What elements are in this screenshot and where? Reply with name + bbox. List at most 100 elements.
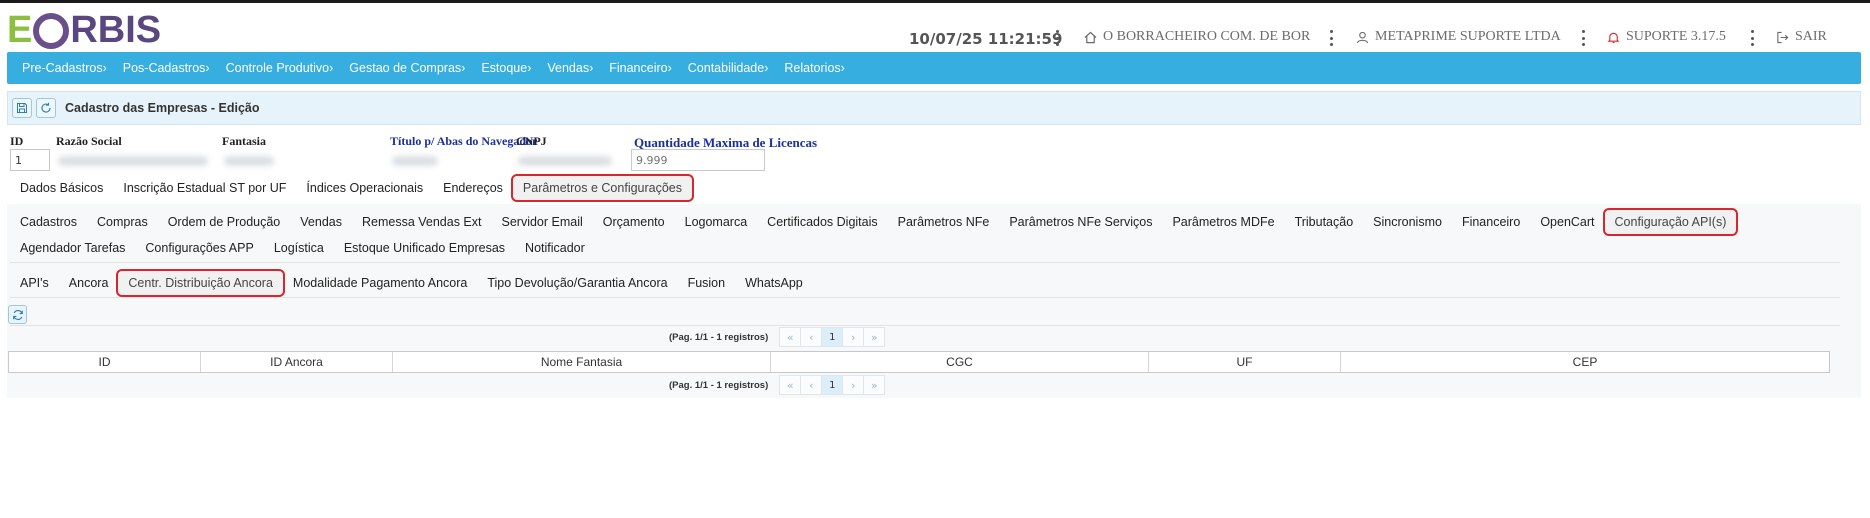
tab-parametros-mdfe[interactable]: Parâmetros MDFe bbox=[1162, 210, 1284, 234]
menu-contabilidade[interactable]: Contabilidade› bbox=[688, 61, 769, 75]
tab-certificados-digitais[interactable]: Certificados Digitais bbox=[757, 210, 887, 234]
tab-apis[interactable]: API's bbox=[10, 271, 59, 295]
menu-pos-cadastros[interactable]: Pos-Cadastros› bbox=[123, 61, 210, 75]
column-header-nome-fantasia[interactable]: Nome Fantasia bbox=[393, 352, 771, 372]
menu-relatorios[interactable]: Relatorios› bbox=[784, 61, 844, 75]
tab-tributacao[interactable]: Tributação bbox=[1285, 210, 1364, 234]
logo-text: RBIS bbox=[70, 8, 162, 51]
id-input[interactable]: 1 bbox=[10, 149, 50, 171]
top-border bbox=[0, 0, 1870, 3]
logout-label: SAIR bbox=[1795, 29, 1827, 44]
licencas-input[interactable] bbox=[631, 149, 765, 171]
save-icon bbox=[17, 103, 27, 113]
column-header-cgc[interactable]: CGC bbox=[771, 352, 1149, 372]
tab-logistica[interactable]: Logística bbox=[264, 236, 334, 260]
tab-parametros-configuracoes[interactable]: Parâmetros e Configurações bbox=[510, 174, 695, 202]
tab-parametros-nfe[interactable]: Parâmetros NFe bbox=[888, 210, 1000, 234]
kebab-menu-icon[interactable] bbox=[1054, 30, 1060, 46]
column-header-uf[interactable]: UF bbox=[1149, 352, 1341, 372]
tab-centr-distribuicao-ancora[interactable]: Centr. Distribuição Ancora bbox=[116, 269, 285, 297]
tab-inscricao-estadual[interactable]: Inscrição Estadual ST por UF bbox=[113, 176, 296, 200]
tab-configuracoes-app[interactable]: Configurações APP bbox=[135, 236, 263, 260]
divider bbox=[10, 297, 1840, 298]
tab-modalidade-pagamento-ancora[interactable]: Modalidade Pagamento Ancora bbox=[283, 271, 477, 295]
config-tabs-row1: Cadastros Compras Ordem de Produção Vend… bbox=[10, 208, 1739, 236]
first-page-button[interactable]: « bbox=[779, 375, 802, 395]
tab-vendas[interactable]: Vendas bbox=[290, 210, 352, 234]
first-page-button[interactable]: « bbox=[779, 327, 802, 347]
next-page-button[interactable]: › bbox=[842, 375, 865, 395]
tab-notificador[interactable]: Notificador bbox=[515, 236, 595, 260]
tab-logomarca[interactable]: Logomarca bbox=[675, 210, 758, 234]
pager-bottom: (Pag. 1/1 - 1 registros) « ‹ 1 › » bbox=[669, 375, 886, 395]
tab-orcamento[interactable]: Orçamento bbox=[593, 210, 675, 234]
tab-indices-operacionais[interactable]: Índices Operacionais bbox=[296, 176, 433, 200]
prev-page-button[interactable]: ‹ bbox=[800, 327, 823, 347]
tab-opencart[interactable]: OpenCart bbox=[1530, 210, 1604, 234]
tab-parametros-nfe-servicos[interactable]: Parâmetros NFe Serviços bbox=[999, 210, 1162, 234]
prev-page-button[interactable]: ‹ bbox=[800, 375, 823, 395]
kebab-menu-icon[interactable] bbox=[1580, 30, 1586, 46]
company-selector[interactable]: O BORRACHEIRO COM. DE BOR bbox=[1084, 29, 1310, 45]
tab-remessa-vendas-ext[interactable]: Remessa Vendas Ext bbox=[352, 210, 492, 234]
tab-whatsapp[interactable]: WhatsApp bbox=[735, 271, 813, 295]
current-page-button[interactable]: 1 bbox=[821, 327, 844, 347]
column-header-id[interactable]: ID bbox=[9, 352, 201, 372]
tab-compras[interactable]: Compras bbox=[87, 210, 158, 234]
menu-financeiro[interactable]: Financeiro› bbox=[609, 61, 672, 75]
tab-dados-basicos[interactable]: Dados Básicos bbox=[10, 176, 113, 200]
page-title: Cadastro das Empresas - Edição bbox=[65, 101, 260, 115]
logo-orbit-icon bbox=[33, 13, 70, 49]
tab-ancora[interactable]: Ancora bbox=[59, 271, 119, 295]
logout-icon bbox=[1777, 31, 1789, 43]
pager-info: (Pag. 1/1 - 1 registros) bbox=[669, 331, 769, 343]
tab-estoque-unificado[interactable]: Estoque Unificado Empresas bbox=[334, 236, 515, 260]
divider bbox=[10, 262, 1840, 263]
menu-estoque[interactable]: Estoque› bbox=[481, 61, 531, 75]
kebab-menu-icon[interactable] bbox=[1749, 30, 1755, 46]
razao-social-value-redacted bbox=[58, 156, 208, 166]
user-menu[interactable]: METAPRIME SUPORTE LTDA bbox=[1356, 29, 1561, 45]
last-page-button[interactable]: » bbox=[863, 375, 886, 395]
user-icon bbox=[1356, 31, 1369, 43]
razao-social-label: Razão Social bbox=[56, 134, 122, 148]
tab-configuracao-apis[interactable]: Configuração API(s) bbox=[1602, 208, 1739, 236]
next-page-button[interactable]: › bbox=[842, 327, 865, 347]
reload-button[interactable] bbox=[36, 98, 56, 118]
last-page-button[interactable]: » bbox=[863, 327, 886, 347]
page-title-bar: Cadastro das Empresas - Edição bbox=[7, 91, 1861, 125]
tab-tipo-devolucao-garantia-ancora[interactable]: Tipo Devolução/Garantia Ancora bbox=[477, 271, 677, 295]
id-label: ID bbox=[10, 134, 24, 148]
cnpj-label: CNPJ bbox=[516, 134, 547, 148]
tab-agendador-tarefas[interactable]: Agendador Tarefas bbox=[10, 236, 135, 260]
tab-financeiro[interactable]: Financeiro bbox=[1452, 210, 1530, 234]
tab-sincronismo[interactable]: Sincronismo bbox=[1363, 210, 1452, 234]
support-link[interactable]: SUPORTE 3.17.5 bbox=[1607, 29, 1726, 45]
refresh-button[interactable] bbox=[8, 305, 27, 324]
current-page-button[interactable]: 1 bbox=[821, 375, 844, 395]
tab-servidor-email[interactable]: Servidor Email bbox=[492, 210, 593, 234]
save-button[interactable] bbox=[12, 98, 32, 118]
tab-fusion[interactable]: Fusion bbox=[678, 271, 736, 295]
fantasia-value-redacted bbox=[224, 156, 274, 166]
cnpj-value-redacted bbox=[518, 156, 612, 166]
api-tabs: API's Ancora Centr. Distribuição Ancora … bbox=[10, 269, 813, 297]
kebab-menu-icon[interactable] bbox=[1328, 30, 1334, 46]
column-header-cep[interactable]: CEP bbox=[1341, 352, 1829, 372]
user-name: METAPRIME SUPORTE LTDA bbox=[1375, 29, 1561, 44]
menu-gestao-compras[interactable]: Gestao de Compras› bbox=[349, 61, 465, 75]
reload-icon bbox=[41, 102, 51, 113]
menu-pre-cadastros[interactable]: Pre-Cadastros› bbox=[22, 61, 107, 75]
pager-top: (Pag. 1/1 - 1 registros) « ‹ 1 › » bbox=[669, 327, 886, 347]
tab-ordem-producao[interactable]: Ordem de Produção bbox=[158, 210, 291, 234]
refresh-icon bbox=[12, 309, 23, 320]
logout-button[interactable]: SAIR bbox=[1776, 29, 1827, 45]
tab-cadastros[interactable]: Cadastros bbox=[10, 210, 87, 234]
fantasia-label: Fantasia bbox=[222, 134, 267, 148]
tab-enderecos[interactable]: Endereços bbox=[433, 176, 513, 200]
eorbis-logo: E RBIS bbox=[7, 8, 162, 51]
bell-icon bbox=[1607, 32, 1620, 43]
menu-controle-produtivo[interactable]: Controle Produtivo› bbox=[226, 61, 334, 75]
menu-vendas[interactable]: Vendas› bbox=[547, 61, 593, 75]
column-header-id-ancora[interactable]: ID Ancora bbox=[201, 352, 393, 372]
